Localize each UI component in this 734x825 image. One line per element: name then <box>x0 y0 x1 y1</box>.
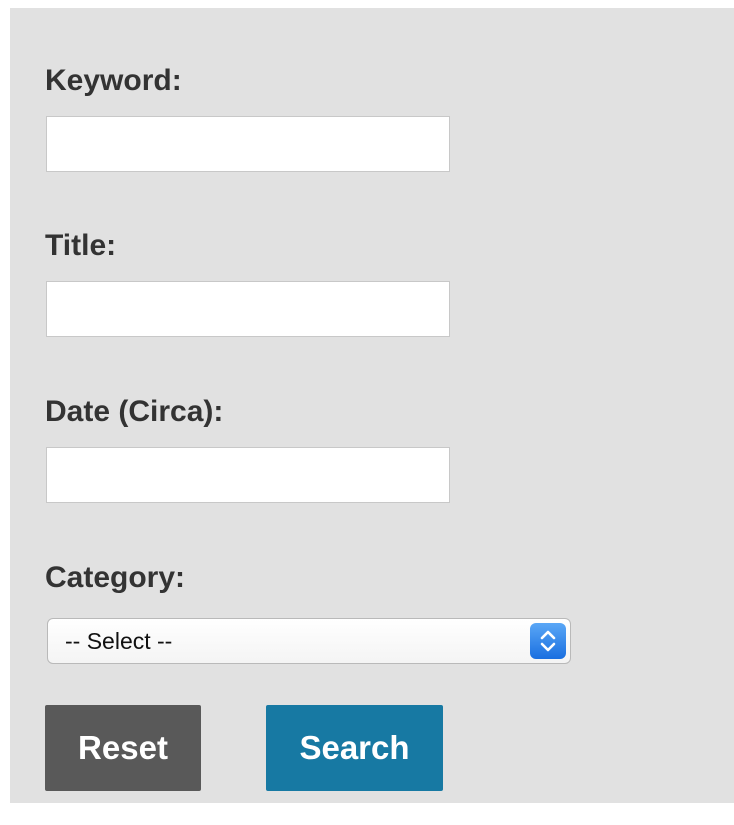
up-down-chevron-icon <box>530 623 566 659</box>
date-circa-label: Date (Circa): <box>45 395 224 428</box>
category-label: Category: <box>45 561 186 594</box>
title-input[interactable] <box>46 281 450 337</box>
search-form-panel: Keyword: Title: Date (Circa): Category: … <box>10 8 734 803</box>
keyword-label: Keyword: <box>45 64 182 97</box>
date-circa-input[interactable] <box>46 447 450 503</box>
title-label: Title: <box>45 229 117 262</box>
keyword-input[interactable] <box>46 116 450 172</box>
search-button[interactable]: Search <box>266 705 443 791</box>
category-select[interactable]: -- Select -- <box>47 618 571 664</box>
category-selected-value: -- Select -- <box>65 627 173 654</box>
reset-button[interactable]: Reset <box>45 705 201 791</box>
